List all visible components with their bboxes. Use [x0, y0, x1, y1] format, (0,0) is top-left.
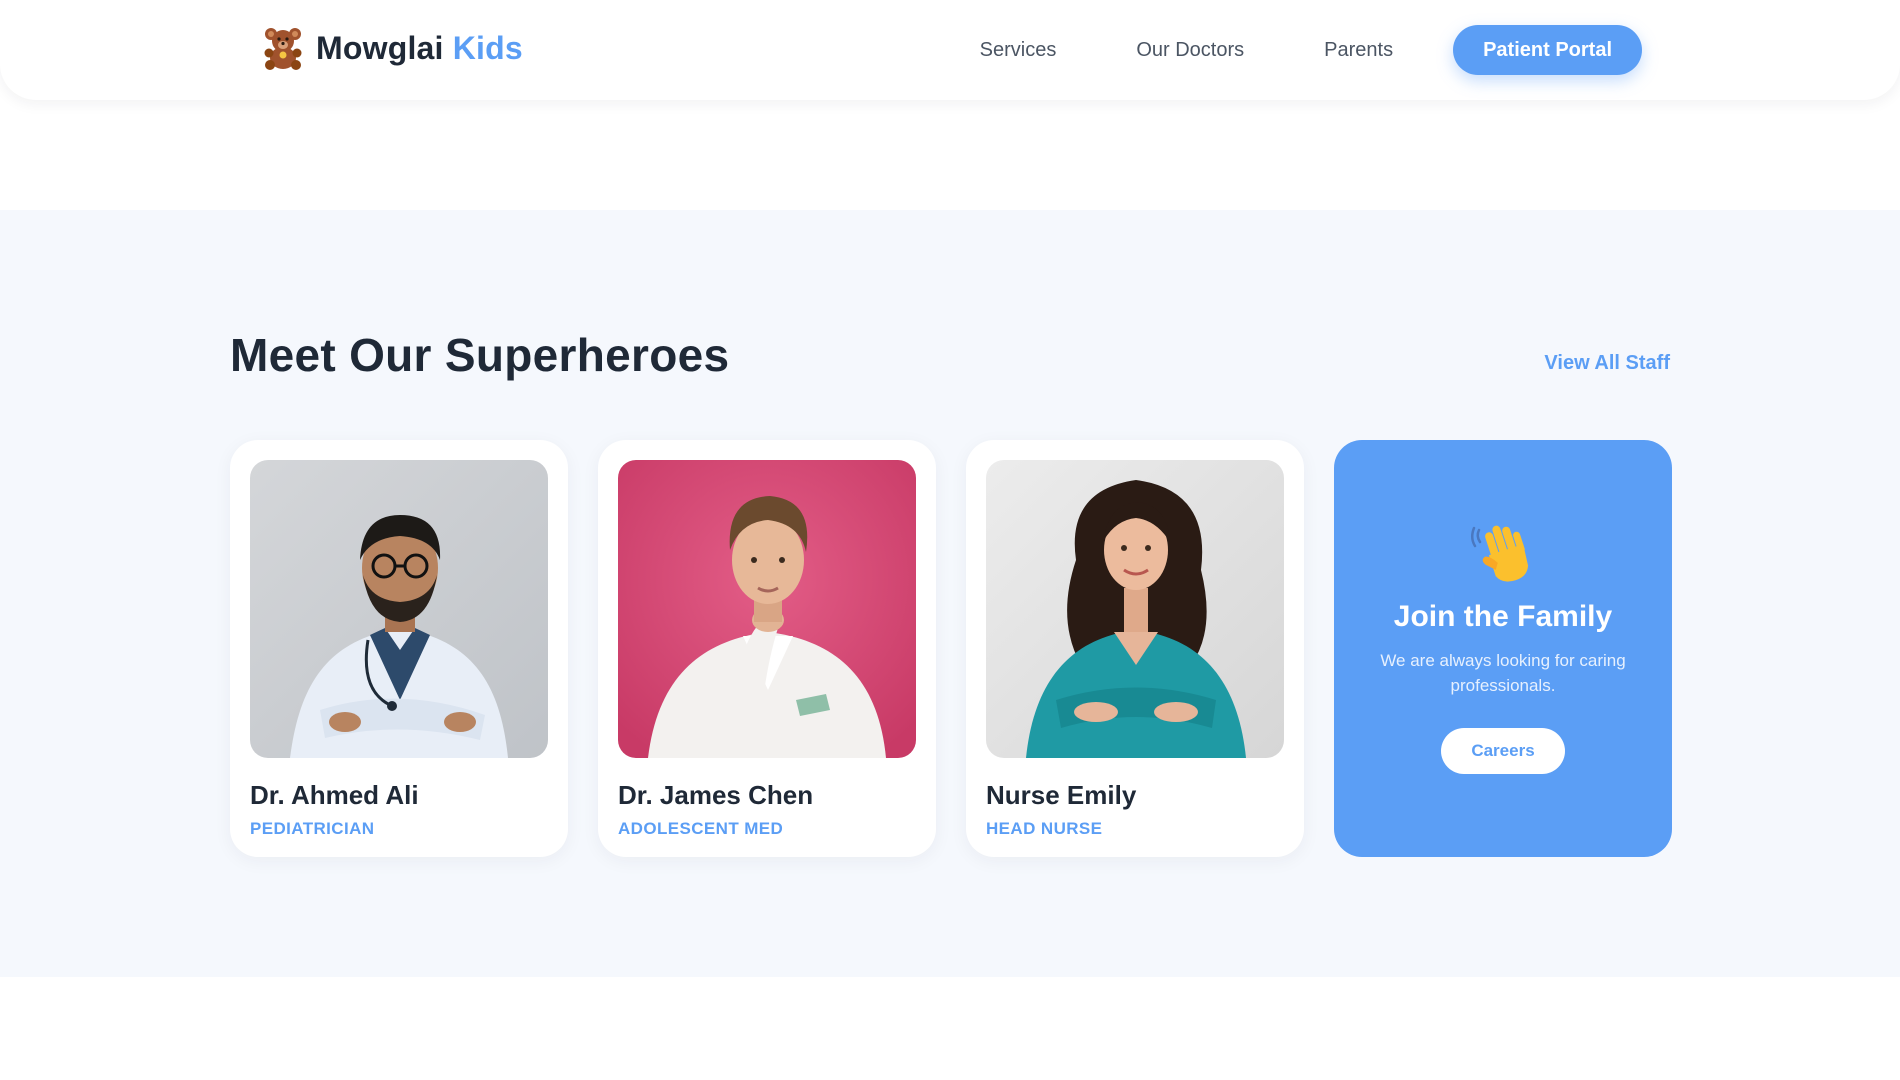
staff-card-ahmed-ali[interactable]: Dr. Ahmed Ali PEDIATRICIAN [230, 440, 568, 857]
doctor-portrait-image [250, 460, 548, 758]
nav-link-parents[interactable]: Parents [1324, 39, 1393, 62]
staff-photo [618, 460, 916, 758]
join-the-family-card: Join the Family We are always looking fo… [1334, 440, 1672, 857]
nav-link-services[interactable]: Services [980, 39, 1057, 62]
teddy-bear-icon [264, 28, 302, 70]
staff-photo [986, 460, 1284, 758]
staff-role: ADOLESCENT MED [618, 819, 784, 838]
patient-portal-button[interactable]: Patient Portal [1453, 25, 1642, 75]
join-title: Join the Family [1393, 600, 1613, 633]
staff-card-james-chen[interactable]: Dr. James Chen ADOLESCENT MED [598, 440, 936, 857]
staff-name: Dr. Ahmed Ali [250, 780, 419, 810]
brand-name-main: Mowglai [316, 29, 444, 66]
join-description: We are always looking for caring profess… [1380, 651, 1626, 695]
staff-role: PEDIATRICIAN [250, 819, 375, 838]
nurse-portrait-image [986, 460, 1284, 758]
site-header: Mowglai Kids Services Our Doctors Parent… [0, 0, 1900, 100]
brand-name-accent: Kids [452, 29, 523, 66]
staff-name: Dr. James Chen [618, 780, 814, 810]
staff-name: Nurse Emily [986, 780, 1137, 810]
staff-card-nurse-emily[interactable]: Nurse Emily HEAD NURSE [966, 440, 1304, 857]
waving-hand-icon [1471, 525, 1529, 582]
section-title: Meet Our Superheroes [230, 329, 730, 381]
staff-role: HEAD NURSE [986, 819, 1103, 838]
main-nav: Services Our Doctors Parents Patient Por… [980, 25, 1642, 75]
brand-name: Mowglai Kids [316, 30, 523, 67]
brand-logo-link[interactable]: Mowglai Kids [262, 26, 523, 70]
view-all-staff-link[interactable]: View All Staff [1544, 352, 1670, 375]
staff-photo [250, 460, 548, 758]
careers-button[interactable]: Careers [1441, 728, 1565, 774]
nav-link-our-doctors[interactable]: Our Doctors [1136, 39, 1244, 62]
team-section: Meet Our Superheroes View All Staff Dr. … [0, 210, 1900, 977]
doctor-portrait-image [618, 460, 916, 758]
staff-cards: Dr. Ahmed Ali PEDIATRICIAN Dr. James Che… [230, 440, 1672, 857]
